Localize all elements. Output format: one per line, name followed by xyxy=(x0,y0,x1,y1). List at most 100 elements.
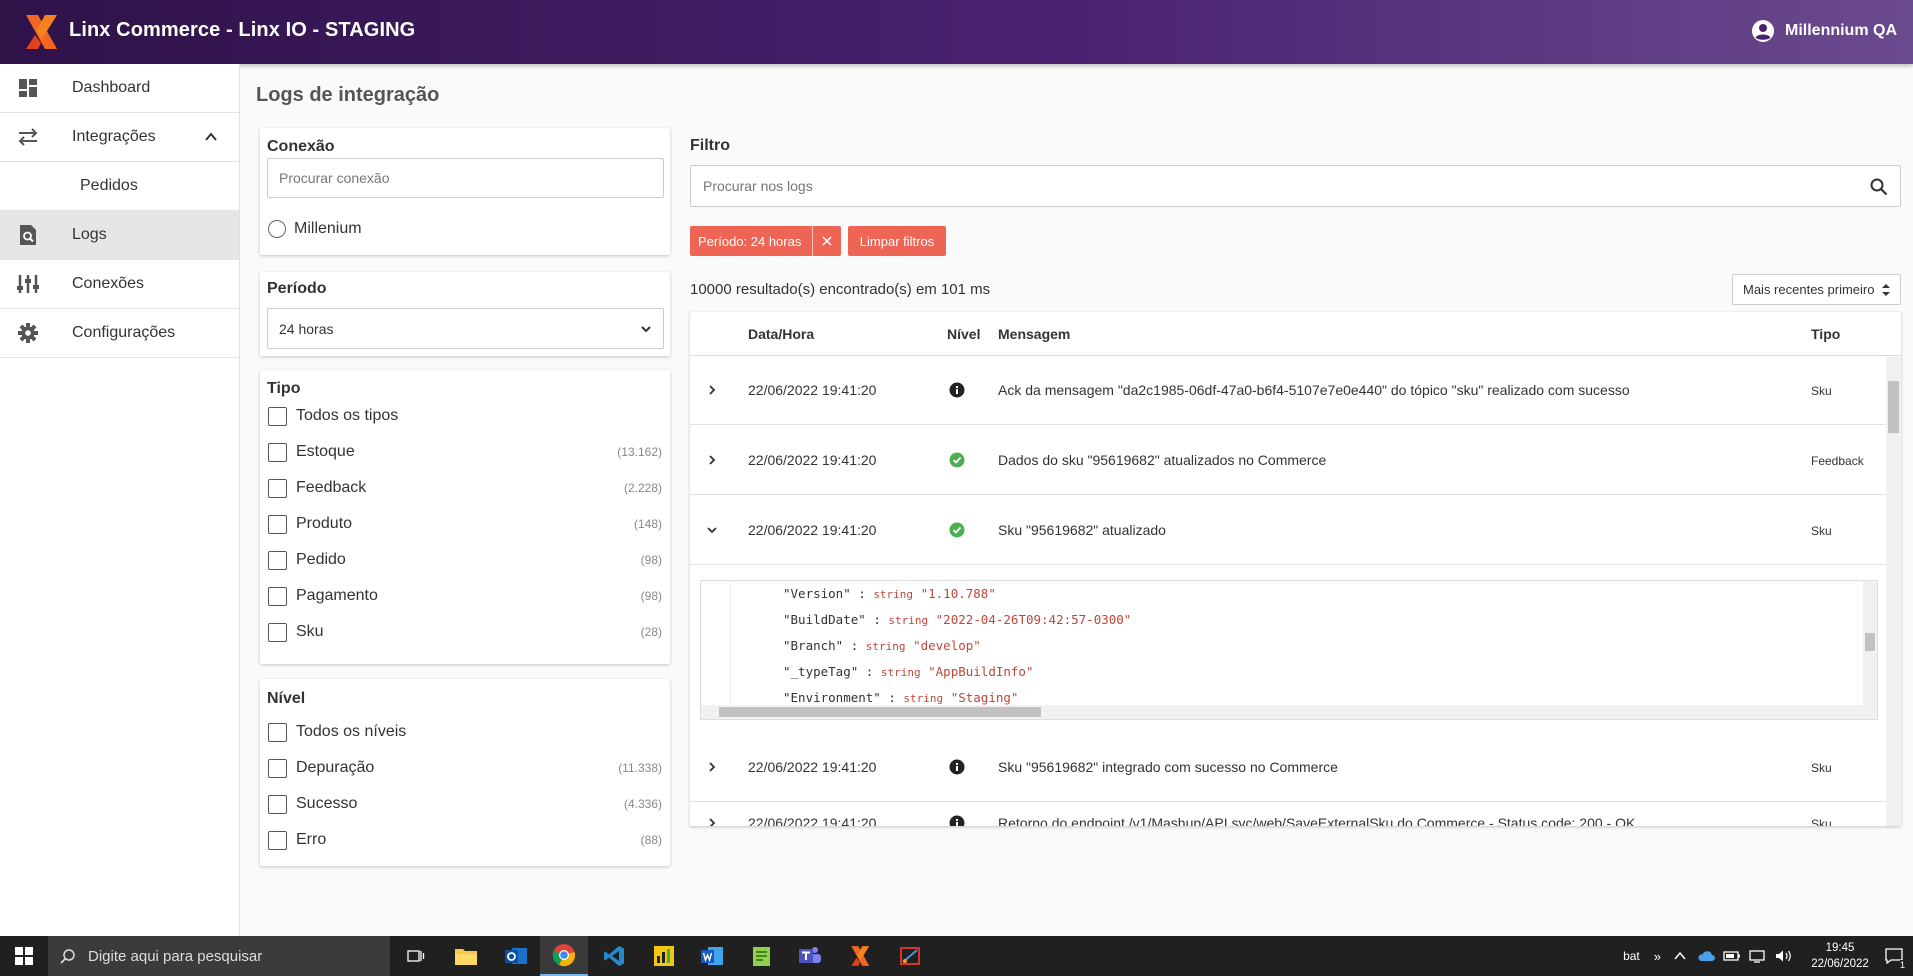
level-option-sucesso[interactable]: Sucesso (4.336) xyxy=(268,786,662,822)
table-vertical-scrollbar[interactable] xyxy=(1886,357,1901,826)
volume-icon[interactable] xyxy=(1775,949,1793,963)
task-view-button[interactable] xyxy=(392,936,440,976)
level-option-count: (4.336) xyxy=(623,797,662,811)
radio-button[interactable] xyxy=(268,220,286,238)
level-filter-card: Nível Todos os níveis Depuração (11.338) … xyxy=(260,679,670,866)
level-option-todos[interactable]: Todos os níveis xyxy=(268,714,662,750)
sidebar-item-integracoes[interactable]: Integrações xyxy=(0,113,239,162)
connection-search-input[interactable] xyxy=(267,158,664,198)
checkbox[interactable] xyxy=(268,586,287,606)
chart-app-icon xyxy=(654,946,674,966)
taskbar-clock[interactable]: 19:45 22/06/2022 xyxy=(1805,940,1875,972)
taskbar-file-explorer[interactable] xyxy=(442,936,490,976)
chevron-up-icon[interactable] xyxy=(205,131,217,143)
row-message: Sku "95619682" atualizado xyxy=(998,522,1166,538)
sidebar-item-pedidos[interactable]: Pedidos xyxy=(0,162,239,211)
column-header-level[interactable]: Nível xyxy=(947,326,980,342)
type-option-estoque[interactable]: Estoque (13.162) xyxy=(268,434,662,470)
type-option-pagamento[interactable]: Pagamento (98) xyxy=(268,578,662,614)
taskbar-linx-app[interactable] xyxy=(836,936,884,976)
checkbox[interactable] xyxy=(268,550,287,570)
sidebar: Dashboard Integrações Pedidos Logs Conex… xyxy=(0,64,240,936)
tray-label[interactable]: bat xyxy=(1623,949,1640,963)
scrollbar-thumb[interactable] xyxy=(1888,381,1899,433)
table-row-expanded[interactable]: 22/06/2022 19:41:20 Sku "95619682" atual… xyxy=(690,495,1886,565)
json-vertical-scrollbar[interactable] xyxy=(1863,581,1877,707)
taskbar-snipping-tool[interactable] xyxy=(886,936,934,976)
chevron-double-up-icon[interactable]: » xyxy=(1654,949,1661,964)
type-option-todos[interactable]: Todos os tipos xyxy=(268,398,662,434)
taskbar-vscode[interactable] xyxy=(590,936,638,976)
chevron-right-icon[interactable] xyxy=(706,817,718,826)
column-header-message[interactable]: Mensagem xyxy=(998,326,1070,342)
account-circle-icon xyxy=(1752,20,1774,42)
taskbar-notepad-plus[interactable] xyxy=(738,936,786,976)
taskbar-outlook[interactable] xyxy=(492,936,540,976)
onedrive-cloud-icon[interactable] xyxy=(1697,950,1715,962)
sidebar-item-logs[interactable]: Logs xyxy=(0,211,239,260)
chevron-right-icon[interactable] xyxy=(706,454,718,466)
period-filter-chip[interactable]: Período: 24 horas xyxy=(690,226,841,256)
json-horizontal-scrollbar[interactable] xyxy=(701,705,1877,719)
table-row[interactable]: 22/06/2022 19:41:20 Ack da mensagem "da2… xyxy=(690,357,1886,425)
taskbar-chrome[interactable] xyxy=(540,936,588,976)
taskbar-search[interactable]: Digite aqui para pesquisar xyxy=(48,936,390,976)
chevron-down-icon[interactable] xyxy=(706,524,718,536)
chevron-right-icon[interactable] xyxy=(706,384,718,396)
linx-logo-icon[interactable] xyxy=(24,13,58,51)
chevron-right-icon[interactable] xyxy=(706,761,718,773)
log-search-input[interactable] xyxy=(691,166,1841,206)
network-icon[interactable] xyxy=(1749,949,1767,963)
type-filter-title: Tipo xyxy=(267,380,301,397)
checkbox[interactable] xyxy=(268,406,287,426)
level-option-depuracao[interactable]: Depuração (11.338) xyxy=(268,750,662,786)
sidebar-item-label: Conexões xyxy=(72,275,145,292)
checkbox[interactable] xyxy=(268,442,287,462)
json-line: "Environment" : string "Staging" xyxy=(783,690,1019,705)
clear-filters-button[interactable]: Limpar filtros xyxy=(848,226,946,256)
type-option-sku[interactable]: Sku (28) xyxy=(268,614,662,650)
period-select[interactable]: 24 horas xyxy=(267,308,664,349)
column-header-datetime[interactable]: Data/Hora xyxy=(748,326,814,342)
checkbox[interactable] xyxy=(268,514,287,534)
taskbar-teams[interactable] xyxy=(786,936,834,976)
user-menu[interactable]: Millennium QA xyxy=(1751,19,1897,43)
table-row[interactable]: 22/06/2022 19:41:20 Retorno do endpoint … xyxy=(690,788,1886,826)
connection-card: Conexão Millenium xyxy=(260,128,670,255)
connection-option-millenium[interactable]: Millenium xyxy=(268,220,362,238)
type-option-pedido[interactable]: Pedido (98) xyxy=(268,542,662,578)
row-message: Dados do sku "95619682" atualizados no C… xyxy=(998,452,1327,468)
checkbox[interactable] xyxy=(268,794,287,814)
level-option-erro[interactable]: Erro (88) xyxy=(268,822,662,858)
column-header-type[interactable]: Tipo xyxy=(1811,326,1840,342)
checkbox[interactable] xyxy=(268,622,287,642)
scrollbar-thumb[interactable] xyxy=(719,707,1041,717)
show-hidden-icons-chevron-up-icon[interactable] xyxy=(1673,949,1687,963)
checkbox[interactable] xyxy=(268,758,287,778)
scrollbar-thumb[interactable] xyxy=(1865,633,1875,651)
chrome-icon xyxy=(552,944,575,967)
table-row[interactable]: 22/06/2022 19:41:20 Dados do sku "956196… xyxy=(690,425,1886,495)
sidebar-item-conexoes[interactable]: Conexões xyxy=(0,260,239,309)
start-button[interactable] xyxy=(0,936,48,976)
type-option-feedback[interactable]: Feedback (2.228) xyxy=(268,470,662,506)
json-line: "Branch" : string "develop" xyxy=(783,638,981,653)
json-detail-viewer[interactable]: "Version" : string "1.10.788" "BuildDate… xyxy=(700,580,1878,720)
sort-select[interactable]: Mais recentes primeiro xyxy=(1732,274,1901,305)
checkbox[interactable] xyxy=(268,830,287,850)
sidebar-item-dashboard[interactable]: Dashboard xyxy=(0,64,239,113)
type-option-produto[interactable]: Produto (148) xyxy=(268,506,662,542)
table-header: Data/Hora Nível Mensagem Tipo xyxy=(690,312,1901,356)
battery-icon[interactable] xyxy=(1723,949,1741,963)
checkbox[interactable] xyxy=(268,722,287,742)
teams-icon xyxy=(799,947,821,963)
notification-center-button[interactable]: 1 xyxy=(1875,936,1913,976)
remove-filter-button[interactable] xyxy=(812,226,841,256)
search-icon[interactable] xyxy=(1870,178,1888,196)
vscode-icon xyxy=(604,946,624,966)
sidebar-item-configuracoes[interactable]: Configurações xyxy=(0,309,239,358)
taskbar-word[interactable] xyxy=(688,936,736,976)
taskbar-app-charts[interactable] xyxy=(640,936,688,976)
user-name: Millennium QA xyxy=(1785,22,1897,39)
checkbox[interactable] xyxy=(268,478,287,498)
